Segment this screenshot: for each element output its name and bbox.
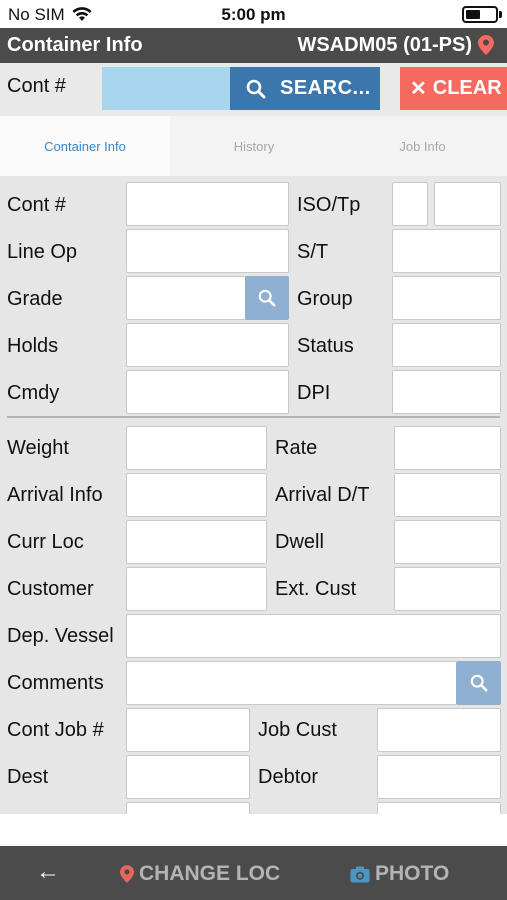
search-icon [246,79,266,98]
search-icon [470,674,487,692]
clock: 5:00 pm [221,5,286,24]
photo-label: PHOTO [375,862,450,885]
dep-vessel-label: Dep. Vessel [7,625,114,647]
cont-no-field[interactable] [126,182,289,226]
cont-no-label: Cont # [7,194,66,216]
dpi-field[interactable] [392,370,501,414]
debtor-label: Debtor [258,766,319,788]
search-label: Cont # [7,75,66,97]
status-field[interactable] [392,323,501,367]
tab-container-info[interactable]: Container Info [0,116,170,176]
close-icon: ✕ [410,78,427,100]
comments-label: Comments [7,672,104,694]
weight-label: Weight [7,437,69,459]
arrival-info-label: Arrival Info [7,484,103,506]
rate-field[interactable] [394,426,501,470]
debtor-field[interactable] [377,755,501,799]
battery-nub [499,11,502,18]
app-header: Container Info WSADM05 (01-PS) [0,28,507,63]
change-loc-button[interactable]: CHANGE LOC [120,862,280,886]
iso-field[interactable] [392,182,428,226]
job-cust-label: Job Cust [258,719,337,741]
container-search-input[interactable] [102,67,230,110]
holds-field[interactable] [126,323,289,367]
map-pin-icon [120,865,134,883]
grade-field[interactable] [126,276,246,320]
search-button-label: SEARC... [280,77,371,99]
rate-label: Rate [275,437,318,459]
curr-loc-label: Curr Loc [7,531,84,553]
line-op-label: Line Op [7,241,78,263]
arrival-info-field[interactable] [126,473,267,517]
arrival-dt-label: Arrival D/T [275,484,370,506]
comments-lookup-button[interactable] [456,661,501,705]
dwell-label: Dwell [275,531,324,553]
group-field[interactable] [392,276,501,320]
customer-field[interactable] [126,567,267,611]
section-divider [7,416,500,418]
container-info-form: Cont # ISO/Tp Line Op S/T Grade Group Ho… [0,176,507,814]
clear-button-label: CLEAR [432,77,502,99]
next-row-field-right[interactable] [377,802,501,814]
iso-tp-label: ISO/Tp [297,194,361,216]
battery-icon [462,6,498,23]
cont-job-no-label: Cont Job # [7,719,104,741]
dep-vessel-field[interactable] [126,614,501,658]
customer-label: Customer [7,578,94,600]
search-icon [258,289,276,307]
holds-label: Holds [7,335,59,357]
cmdy-field[interactable] [126,370,289,414]
next-row-field-left[interactable] [126,802,250,814]
s-t-field[interactable] [392,229,501,273]
photo-button[interactable]: PHOTO [350,862,449,886]
dest-label: Dest [7,766,49,788]
arrow-left-icon[interactable]: ← [36,858,60,886]
ext-cust-label: Ext. Cust [275,578,357,600]
map-pin-icon[interactable] [478,35,494,55]
curr-loc-field[interactable] [126,520,267,564]
tab-history[interactable]: History [170,116,338,176]
line-op-field[interactable] [126,229,289,273]
page-title: Container Info [7,34,143,56]
ext-cust-field[interactable] [394,567,501,611]
cont-job-no-field[interactable] [126,708,250,752]
comments-field[interactable] [126,661,457,705]
dwell-field[interactable] [394,520,501,564]
camera-icon [350,866,370,882]
dpi-label: DPI [297,382,331,404]
cmdy-label: Cmdy [7,382,60,404]
change-loc-label: CHANGE LOC [139,862,281,885]
search-button[interactable]: SEARC... [230,67,380,110]
status-label: Status [297,335,354,357]
arrival-dt-field[interactable] [394,473,501,517]
group-label: Group [297,288,353,310]
tab-job-info[interactable]: Job Info [338,116,507,176]
footer-spacer [0,814,507,846]
job-cust-field[interactable] [377,708,501,752]
tp-field[interactable] [434,182,501,226]
weight-field[interactable] [126,426,267,470]
grade-label: Grade [7,288,63,310]
clear-button[interactable]: ✕ CLEAR [400,67,507,110]
dest-field[interactable] [126,755,250,799]
grade-lookup-button[interactable] [245,276,289,320]
s-t-label: S/T [297,241,329,263]
location-code[interactable]: WSADM05 (01-PS) [298,34,472,57]
